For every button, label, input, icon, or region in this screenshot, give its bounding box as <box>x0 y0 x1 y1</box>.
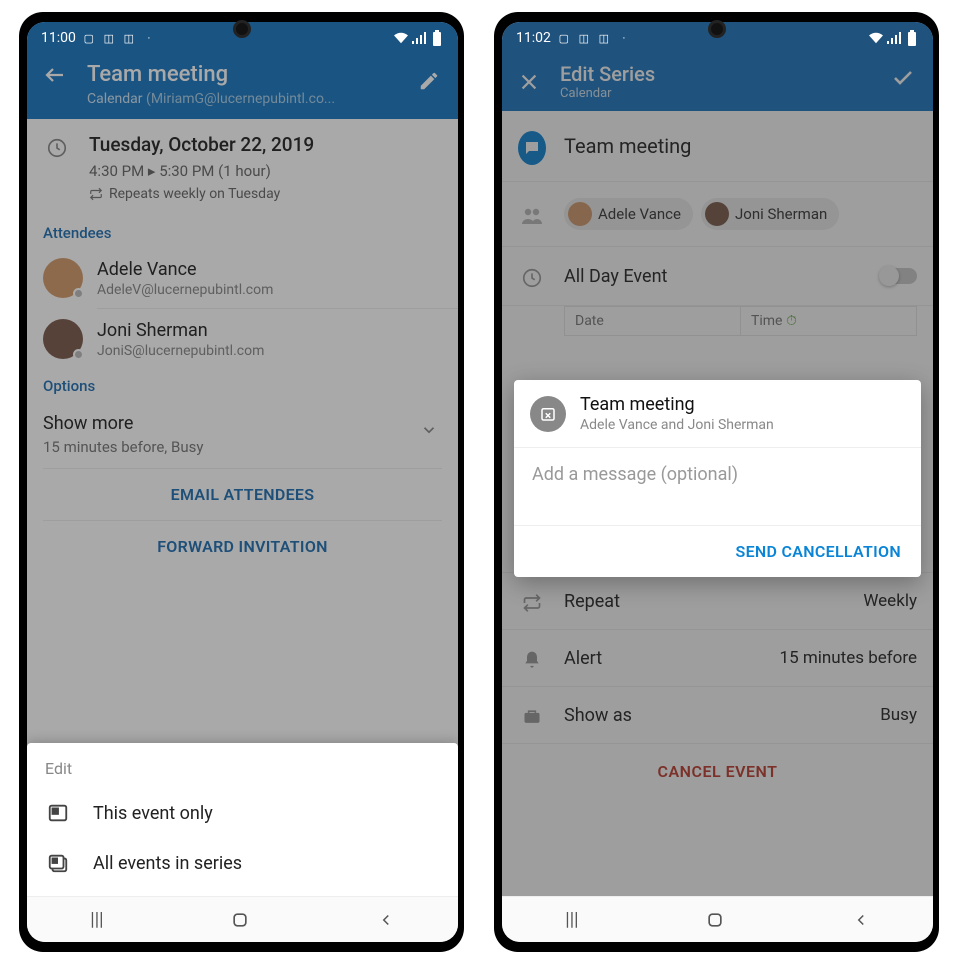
battery-icon <box>905 31 919 45</box>
phone-camera <box>233 20 251 38</box>
back-icon[interactable] <box>377 911 395 929</box>
dialog-message-input[interactable]: Add a message (optional) <box>514 448 921 526</box>
event-icon <box>47 802 69 824</box>
cancel-event-icon <box>530 396 566 432</box>
wifi-icon <box>394 31 408 45</box>
cancel-dialog: Team meeting Adele Vance and Joni Sherma… <box>514 380 921 577</box>
wifi-icon <box>869 31 883 45</box>
phone-left: 11:00 ▢ ◫ ◫ · <box>19 12 464 952</box>
home-icon[interactable] <box>230 910 250 930</box>
image-icon: ▢ <box>82 31 96 45</box>
dialog-title: Team meeting <box>580 394 774 415</box>
dot-icon: · <box>142 31 156 45</box>
image-icon: ▢ <box>557 31 571 45</box>
edit-this-event-only[interactable]: This event only <box>27 788 458 838</box>
phone-right: 11:02 ▢ ◫ ◫ · <box>494 12 939 952</box>
android-nav-bar: ||| <box>502 896 933 942</box>
back-icon[interactable] <box>852 911 870 929</box>
edit-bottom-sheet: Edit This event only All events in serie… <box>27 743 458 896</box>
sheet-title: Edit <box>27 755 458 788</box>
android-nav-bar: ||| <box>27 896 458 942</box>
outlook-icon: ◫ <box>597 31 611 45</box>
battery-icon <box>430 31 444 45</box>
phone-camera <box>708 20 726 38</box>
edit-all-events-in-series[interactable]: All events in series <box>27 838 458 888</box>
recents-icon[interactable]: ||| <box>565 909 578 930</box>
dialog-subtitle: Adele Vance and Joni Sherman <box>580 417 774 433</box>
outlook-icon: ◫ <box>102 31 116 45</box>
outlook-icon: ◫ <box>122 31 136 45</box>
send-cancellation-button[interactable]: SEND CANCELLATION <box>514 526 921 577</box>
outlook-icon: ◫ <box>577 31 591 45</box>
signal-icon <box>887 31 901 45</box>
dot-icon: · <box>617 31 631 45</box>
recents-icon[interactable]: ||| <box>90 909 103 930</box>
signal-icon <box>412 31 426 45</box>
status-time: 11:02 <box>516 30 551 46</box>
series-icon <box>47 852 69 874</box>
status-time: 11:00 <box>41 30 76 46</box>
home-icon[interactable] <box>705 910 725 930</box>
